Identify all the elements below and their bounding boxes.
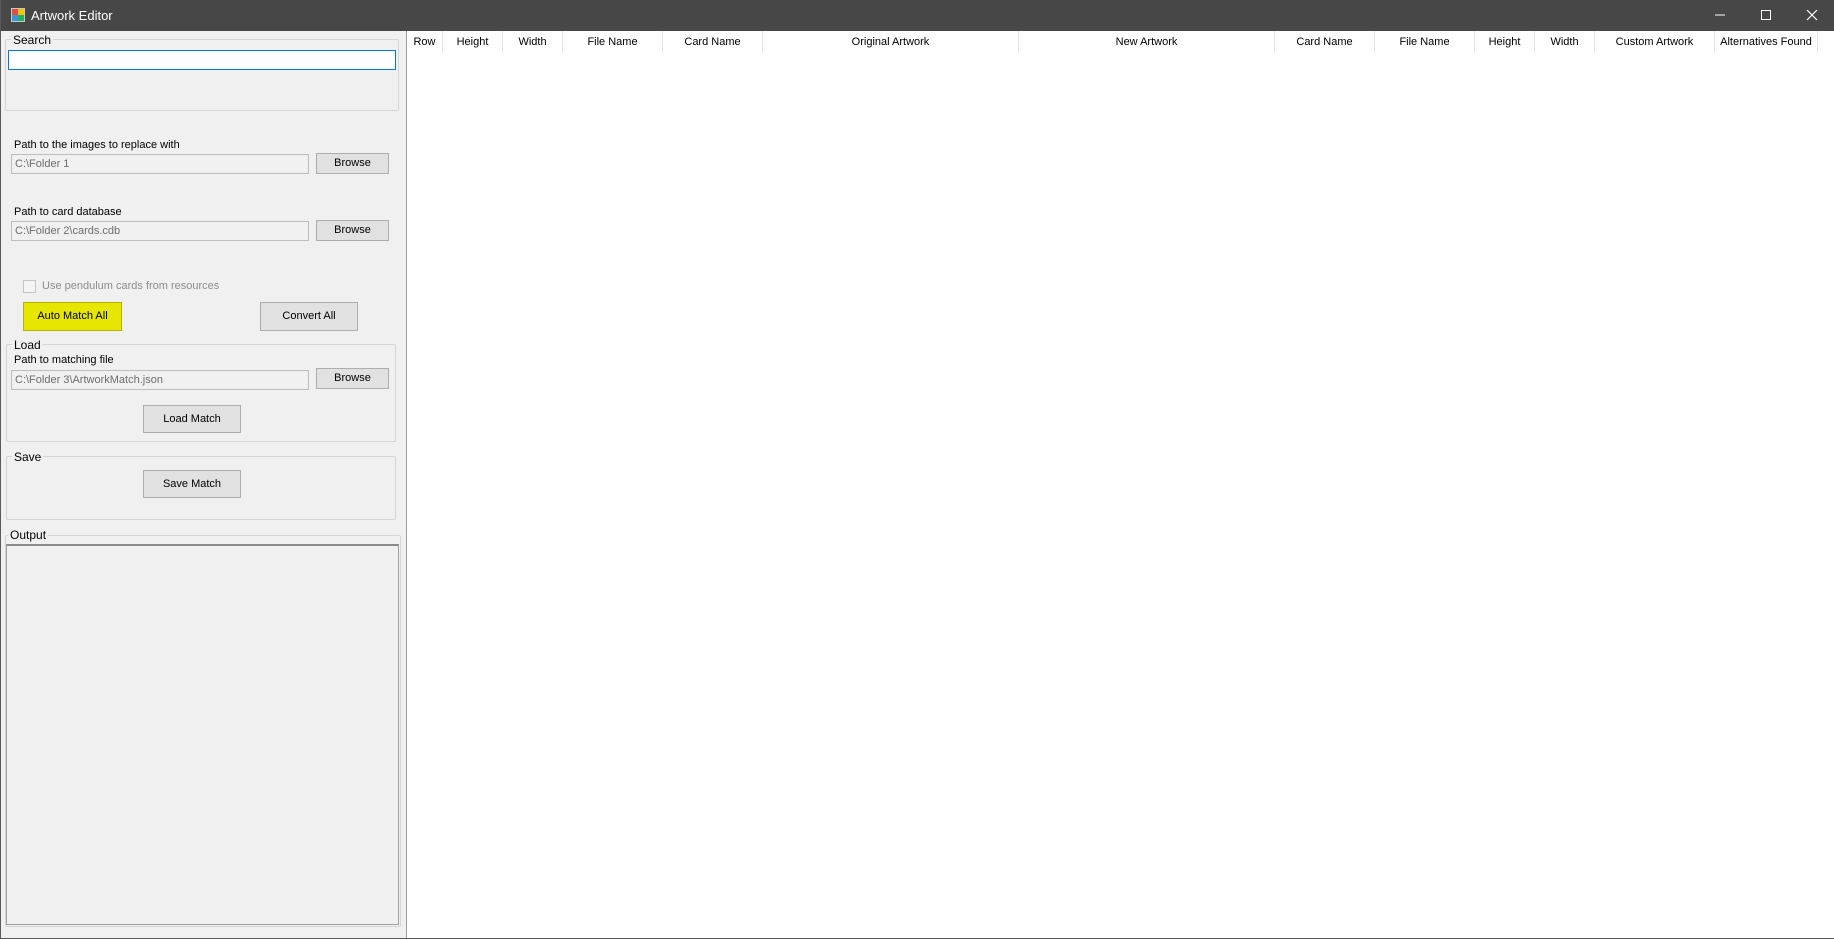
minimize-icon xyxy=(1715,14,1725,16)
browse-card-db-button[interactable]: Browse xyxy=(316,220,389,241)
column-header-width-2[interactable]: Width xyxy=(1535,31,1595,53)
column-header-file-name-2[interactable]: File Name xyxy=(1375,31,1475,53)
load-group-label: Load xyxy=(12,338,43,352)
save-group-label: Save xyxy=(12,450,44,464)
column-header-original-artwork[interactable]: Original Artwork xyxy=(763,31,1019,53)
column-header-card-name-2[interactable]: Card Name xyxy=(1275,31,1375,53)
column-header-file-name[interactable]: File Name xyxy=(563,31,663,53)
output-group-label: Output xyxy=(8,528,49,542)
pendulum-checkbox-label: Use pendulum cards from resources xyxy=(42,280,220,292)
load-match-button[interactable]: Load Match xyxy=(143,405,241,433)
auto-match-all-button[interactable]: Auto Match All xyxy=(23,302,122,331)
column-header-new-artwork[interactable]: New Artwork xyxy=(1019,31,1275,53)
images-path-label: Path to the images to replace with xyxy=(14,139,180,151)
column-header-width[interactable]: Width xyxy=(503,31,563,53)
close-button[interactable] xyxy=(1789,0,1834,31)
close-icon xyxy=(1806,9,1818,21)
matching-file-path-label: Path to matching file xyxy=(14,354,114,366)
card-db-path-field[interactable]: C:\Folder 2\cards.cdb xyxy=(11,221,309,241)
images-path-field[interactable]: C:\Folder 1 xyxy=(11,154,309,174)
title-bar: Artwork Editor xyxy=(1,0,1834,31)
column-header-height[interactable]: Height xyxy=(443,31,503,53)
browse-matching-file-button[interactable]: Browse xyxy=(316,368,389,389)
app-icon xyxy=(11,8,25,22)
output-textarea[interactable] xyxy=(6,544,399,925)
column-header-custom-artwork[interactable]: Custom Artwork xyxy=(1595,31,1715,53)
maximize-icon xyxy=(1761,10,1771,20)
search-input[interactable] xyxy=(8,50,396,70)
card-db-path-label: Path to card database xyxy=(14,206,122,218)
browse-images-button[interactable]: Browse xyxy=(316,153,389,174)
search-group-label: Search xyxy=(11,33,54,47)
artwork-editor-window: Artwork Editor Search Path to the images… xyxy=(0,0,1834,939)
convert-all-button[interactable]: Convert All xyxy=(260,302,358,331)
artwork-data-grid[interactable]: Row Height Width File Name Card Name Ori… xyxy=(406,31,1834,938)
pendulum-checkbox[interactable] xyxy=(23,280,36,293)
minimize-button[interactable] xyxy=(1697,0,1743,31)
maximize-button[interactable] xyxy=(1743,0,1789,31)
grid-header: Row Height Width File Name Card Name Ori… xyxy=(407,31,1834,53)
window-title: Artwork Editor xyxy=(31,8,113,23)
column-header-row[interactable]: Row xyxy=(407,31,443,53)
matching-file-path-field[interactable]: C:\Folder 3\ArtworkMatch.json xyxy=(11,370,309,390)
column-header-height-2[interactable]: Height xyxy=(1475,31,1535,53)
column-header-card-name[interactable]: Card Name xyxy=(663,31,763,53)
save-match-button[interactable]: Save Match xyxy=(143,470,241,498)
column-header-alternatives-found[interactable]: Alternatives Found xyxy=(1715,31,1818,53)
